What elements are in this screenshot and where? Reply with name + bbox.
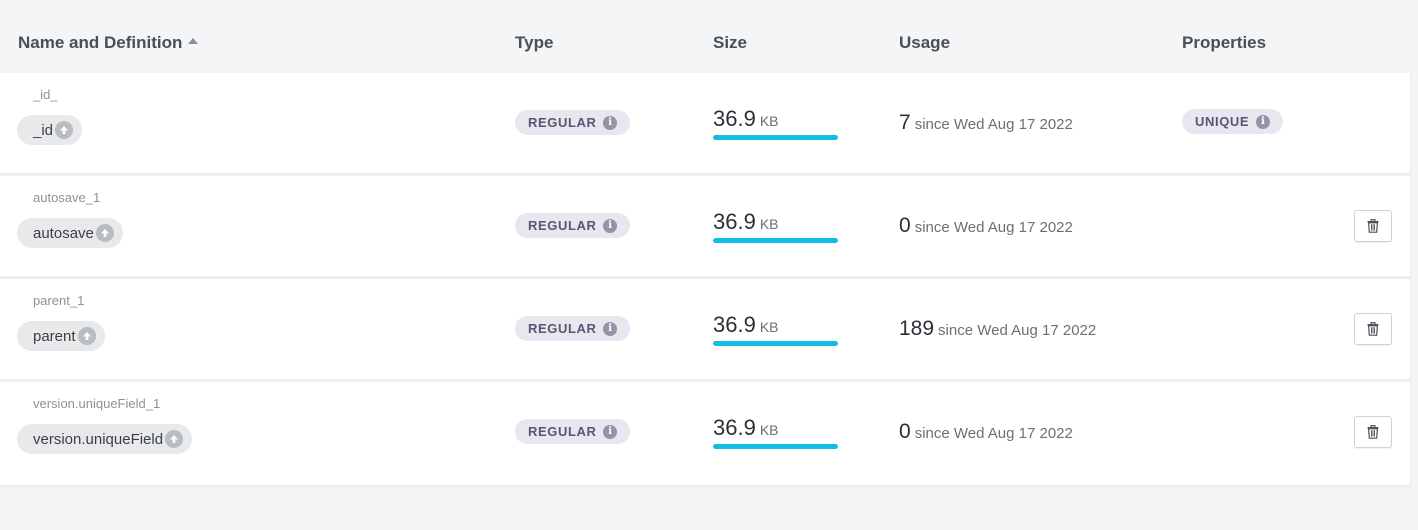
type-badge: REGULAR i [515,110,631,135]
usage-cell: 7 since Wed Aug 17 2022 [899,111,1073,135]
table-row: version.uniqueField_1 version.uniqueField… [0,382,1410,485]
size-cell: 36.9 KB [713,209,838,243]
usage-count: 0 [899,214,911,237]
property-label: UNIQUE [1195,114,1250,129]
size-bar-fill [713,238,838,243]
arrow-up-circle-icon [55,121,74,139]
property-badge: UNIQUE i [1182,109,1284,134]
usage-since: since Wed Aug 17 2022 [914,425,1073,442]
field-pill: version.uniqueField [17,424,193,454]
size-cell: 36.9 KB [713,415,838,449]
size-unit: KB [759,422,779,438]
field-name: parent [33,327,76,345]
info-icon[interactable]: i [603,424,618,439]
index-name: parent_1 [33,293,85,308]
type-label: REGULAR [528,321,597,336]
field-pill: _id [17,115,83,145]
usage-count: 189 [899,317,935,340]
index-name: autosave_1 [33,190,101,205]
size-value: 36.9 [713,415,756,440]
delete-index-button[interactable] [1354,313,1392,345]
size-value: 36.9 [713,106,756,131]
type-label: REGULAR [528,218,597,233]
size-cell: 36.9 KB [713,312,838,346]
delete-index-button[interactable] [1354,210,1392,242]
size-bar-fill [713,444,838,449]
header-type[interactable]: Type [515,33,553,53]
usage-since: since Wed Aug 17 2022 [914,116,1073,133]
field-pill: autosave [17,218,123,248]
size-unit: KB [759,113,779,129]
size-bar-fill [713,341,838,346]
header-name-and-definition[interactable]: Name and Definition [18,33,199,53]
info-icon[interactable]: i [603,321,618,336]
usage-cell: 189 since Wed Aug 17 2022 [899,317,1096,341]
type-badge: REGULAR i [515,316,631,341]
type-badge: REGULAR i [515,419,631,444]
usage-cell: 0 since Wed Aug 17 2022 [899,214,1073,238]
size-bar [713,238,838,243]
usage-since: since Wed Aug 17 2022 [914,219,1073,236]
usage-count: 7 [899,111,911,134]
trash-icon [1367,322,1379,336]
size-value: 36.9 [713,312,756,337]
info-icon[interactable]: i [603,115,618,130]
trash-icon [1367,219,1379,233]
index-name: _id_ [33,87,58,102]
table-row: parent_1parent REGULAR i 36.9 KB 189 since Wed… [0,279,1410,382]
size-bar [713,135,838,140]
field-name: autosave [33,224,94,242]
size-value: 36.9 [713,209,756,234]
size-bar-fill [713,135,838,140]
field-name: _id [33,121,54,139]
table-header: Name and Definition Type Size Usage Prop… [0,0,1418,73]
field-name: version.uniqueField [33,430,164,448]
header-size[interactable]: Size [713,33,747,53]
index-name: version.uniqueField_1 [33,396,161,411]
field-pill: parent [17,321,105,351]
info-icon[interactable]: i [603,218,618,233]
delete-index-button[interactable] [1354,416,1392,448]
size-unit: KB [759,216,779,232]
type-label: REGULAR [528,115,597,130]
header-properties: Properties [1182,33,1267,52]
header-name-label: Name and Definition [18,33,183,52]
type-label: REGULAR [528,424,597,439]
info-icon[interactable]: i [1256,114,1271,129]
arrow-up-circle-icon [77,327,96,345]
arrow-up-circle-icon [165,430,184,448]
usage-cell: 0 since Wed Aug 17 2022 [899,420,1073,444]
usage-since: since Wed Aug 17 2022 [938,322,1097,339]
usage-count: 0 [899,420,911,443]
type-badge: REGULAR i [515,213,631,238]
indexes-table: _id_ _id REGULAR i 36.9 KB 7 since Wed Aug 17 2… [0,73,1410,485]
size-unit: KB [759,319,779,335]
table-row: autosave_1 autosave REGULAR i 36.9 KB 0 since W… [0,176,1410,279]
trash-icon [1367,425,1379,439]
arrow-up-circle-icon [95,224,114,242]
header-usage[interactable]: Usage [899,33,950,53]
size-bar [713,444,838,449]
size-bar [713,341,838,346]
size-cell: 36.9 KB [713,106,838,140]
table-row: _id_ _id REGULAR i 36.9 KB 7 since Wed Aug 17 2… [0,73,1410,176]
sort-ascending-icon [188,38,199,44]
